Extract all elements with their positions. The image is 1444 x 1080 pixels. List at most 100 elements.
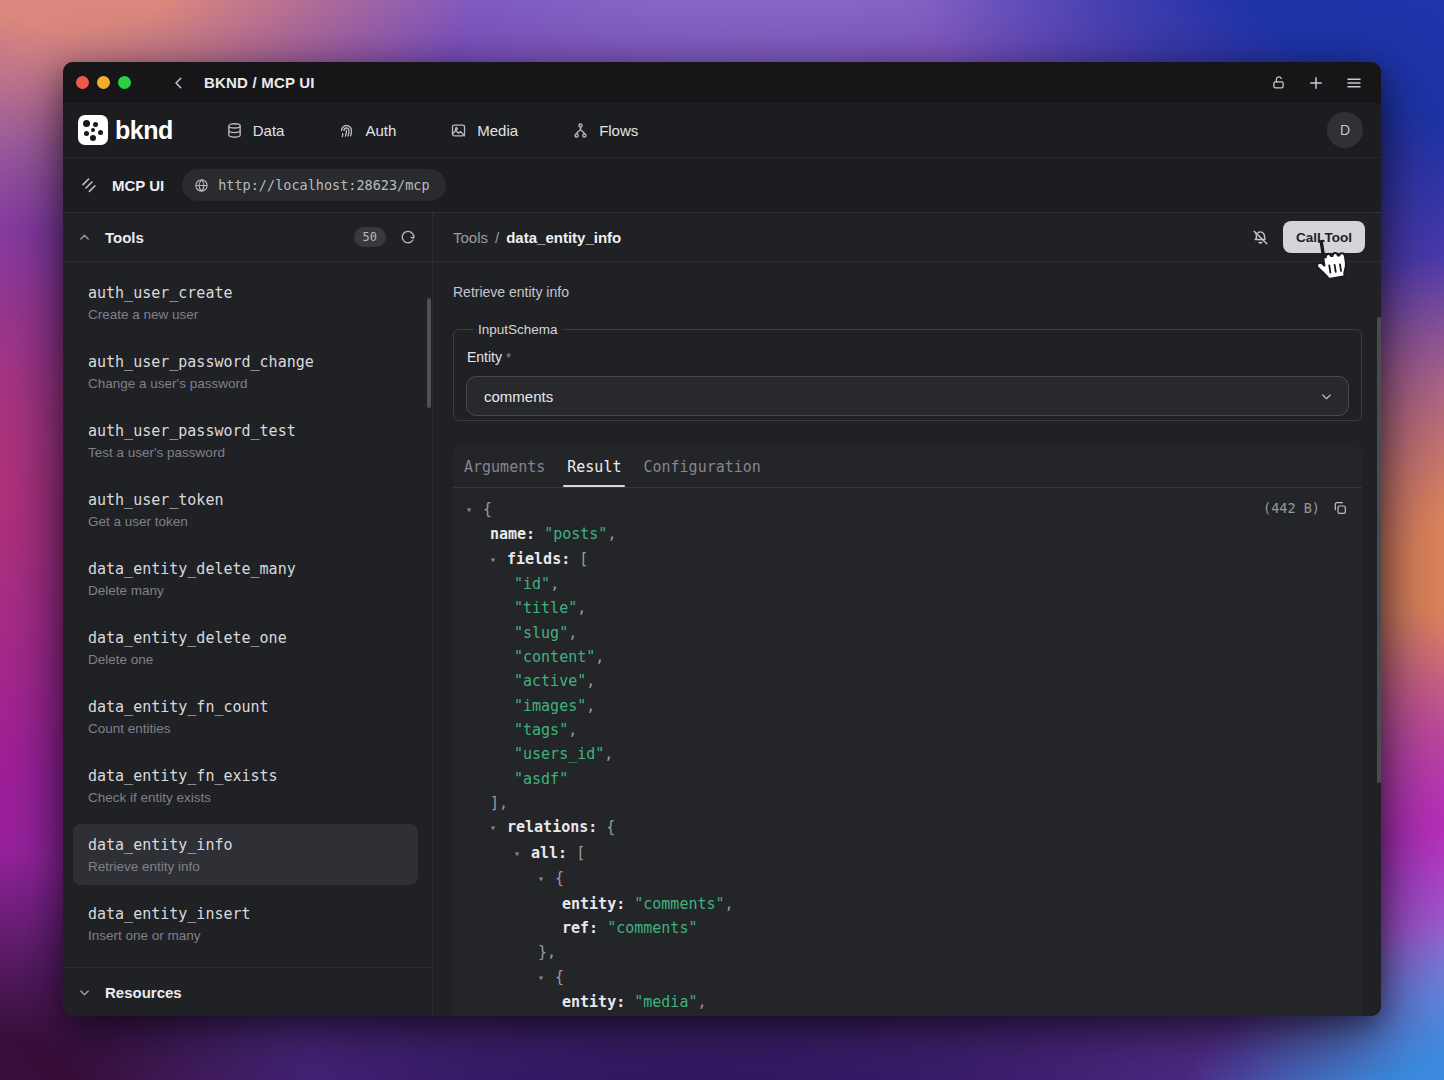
json-line: "images", <box>466 694 1362 718</box>
tool-name: data_entity_delete_one <box>88 627 403 649</box>
lock-open-icon[interactable] <box>1270 74 1287 91</box>
tool-name: auth_user_create <box>88 282 403 304</box>
bknd-logo-icon <box>78 115 108 145</box>
tool-name: data_entity_fn_count <box>88 696 403 718</box>
tool-name: auth_user_password_test <box>88 420 403 442</box>
nav-item-label: Flows <box>599 122 638 139</box>
json-line: "slug", <box>466 621 1362 645</box>
result-panel: ArgumentsResultConfiguration (442 B) ▾{n… <box>453 446 1362 1016</box>
refresh-icon[interactable] <box>400 229 416 245</box>
back-button[interactable] <box>171 75 187 91</box>
result-size: (442 B) <box>1263 500 1320 516</box>
tool-name: data_entity_fn_exists <box>88 765 403 787</box>
json-line: entity: "comments", <box>466 892 1362 916</box>
nav-item-label: Media <box>477 122 518 139</box>
nav-item-media[interactable]: Media <box>450 122 518 139</box>
nav-item-data[interactable]: Data <box>226 122 285 139</box>
tool-item-data_entity_fn_count[interactable]: data_entity_fn_countCount entities <box>73 686 418 747</box>
collapse-triangle-icon[interactable]: ▾ <box>538 867 549 891</box>
main-scrollbar[interactable] <box>1377 317 1381 783</box>
chevron-down-icon <box>1319 389 1334 404</box>
input-schema-fieldset: InputSchema Entity* comments <box>453 322 1362 421</box>
image-icon <box>450 122 467 139</box>
main-panel: Tools / data_entity_info Call Tool Retri… <box>433 213 1381 1016</box>
required-mark: * <box>506 350 511 365</box>
brand-wordmark: bknd <box>115 116 173 145</box>
tools-section-header[interactable]: Tools 50 <box>63 213 432 262</box>
tab-configuration[interactable]: Configuration <box>632 446 771 487</box>
json-line: "id", <box>466 572 1362 596</box>
json-line: "tags", <box>466 718 1362 742</box>
collapse-triangle-icon[interactable]: ▾ <box>538 966 549 990</box>
tool-description: Create a new user <box>88 304 403 325</box>
menu-icon[interactable] <box>1345 74 1363 92</box>
tool-description: Insert one or many <box>88 925 403 946</box>
copy-icon[interactable] <box>1332 500 1348 516</box>
collapse-triangle-icon[interactable]: ▾ <box>514 842 525 866</box>
layers-icon <box>80 176 98 194</box>
tool-item-data_entity_delete_one[interactable]: data_entity_delete_oneDelete one <box>73 617 418 678</box>
tool-item-data_entity_info[interactable]: data_entity_infoRetrieve entity info <box>73 824 418 885</box>
mouse-cursor-pointer <box>1305 235 1356 288</box>
window-titlebar: BKND / MCP UI <box>63 62 1381 103</box>
tool-item-auth_user_password_change[interactable]: auth_user_password_changeChange a user's… <box>73 341 418 402</box>
entity-select-value: comments <box>484 388 553 405</box>
entity-select[interactable]: comments <box>466 376 1349 416</box>
json-line: ref: "comments" <box>466 916 1362 940</box>
nav-item-auth[interactable]: Auth <box>338 122 396 139</box>
traffic-lights <box>76 76 131 89</box>
tool-item-data_entity_delete_many[interactable]: data_entity_delete_manyDelete many <box>73 548 418 609</box>
tool-item-auth_user_password_test[interactable]: auth_user_password_testTest a user's pas… <box>73 410 418 471</box>
close-window-button[interactable] <box>76 76 89 89</box>
json-line[interactable]: ▾all: [ <box>466 841 1362 866</box>
collapse-triangle-icon[interactable]: ▾ <box>490 548 501 572</box>
tool-item-auth_user_token[interactable]: auth_user_tokenGet a user token <box>73 479 418 540</box>
json-line[interactable]: ▾fields: [ <box>466 547 1362 572</box>
tabs: ArgumentsResultConfiguration <box>453 446 1362 488</box>
nav-item-flows[interactable]: Flows <box>572 122 638 139</box>
tool-name: data_entity_delete_many <box>88 558 403 580</box>
tool-description: Check if entity exists <box>88 787 403 808</box>
tools-count-badge: 50 <box>354 227 386 247</box>
resources-section-header[interactable]: Resources <box>63 967 432 1016</box>
json-line: entity: "media", <box>466 990 1362 1014</box>
app-navbar: bknd Data Auth Media Flows D <box>63 103 1381 158</box>
chevron-up-icon <box>77 230 92 245</box>
tools-sidebar: Tools 50 auth_user_createCreate a new us… <box>63 213 433 1016</box>
sidebar-scrollbar[interactable] <box>427 298 431 408</box>
chevron-left-icon <box>171 75 187 91</box>
json-line: "asdf" <box>466 767 1362 791</box>
new-tab-icon[interactable] <box>1307 74 1325 92</box>
json-line: "title", <box>466 596 1362 620</box>
app-window: BKND / MCP UI bknd DataAuthMediaFlows D … <box>63 62 1381 1016</box>
json-line[interactable]: ▾{ <box>466 497 1362 522</box>
mcp-url-pill[interactable]: http://localhost:28623/mcp <box>182 169 445 201</box>
breadcrumb-tools[interactable]: Tools <box>453 229 488 246</box>
tool-item-data_entity_insert[interactable]: data_entity_insertInsert one or many <box>73 893 418 954</box>
minimize-window-button[interactable] <box>97 76 110 89</box>
json-line: "active", <box>466 669 1362 693</box>
json-line[interactable]: ▾relations: { <box>466 815 1362 840</box>
user-avatar[interactable]: D <box>1327 112 1363 148</box>
json-line[interactable]: ▾{ <box>466 866 1362 891</box>
zoom-window-button[interactable] <box>118 76 131 89</box>
bell-off-icon[interactable] <box>1251 228 1270 247</box>
input-schema-legend: InputSchema <box>473 322 563 337</box>
breadcrumb-separator: / <box>495 229 499 246</box>
nav-item-label: Auth <box>365 122 396 139</box>
tool-name: data_entity_insert <box>88 903 403 925</box>
tab-arguments[interactable]: Arguments <box>453 446 556 487</box>
collapse-triangle-icon[interactable]: ▾ <box>490 816 501 840</box>
tool-description: Retrieve entity info <box>453 284 1362 300</box>
tab-result[interactable]: Result <box>556 446 632 487</box>
tool-description: Delete one <box>88 649 403 670</box>
tool-item-auth_user_create[interactable]: auth_user_createCreate a new user <box>73 272 418 333</box>
collapse-triangle-icon[interactable]: ▾ <box>466 498 477 522</box>
tool-item-data_entity_fn_exists[interactable]: data_entity_fn_existsCheck if entity exi… <box>73 755 418 816</box>
json-line[interactable]: ▾{ <box>466 965 1362 990</box>
tool-name: auth_user_token <box>88 489 403 511</box>
tool-name: auth_user_password_change <box>88 351 403 373</box>
tool-description: Get a user token <box>88 511 403 532</box>
brand-logo[interactable]: bknd <box>78 115 173 145</box>
tool-description: Test a user's password <box>88 442 403 463</box>
